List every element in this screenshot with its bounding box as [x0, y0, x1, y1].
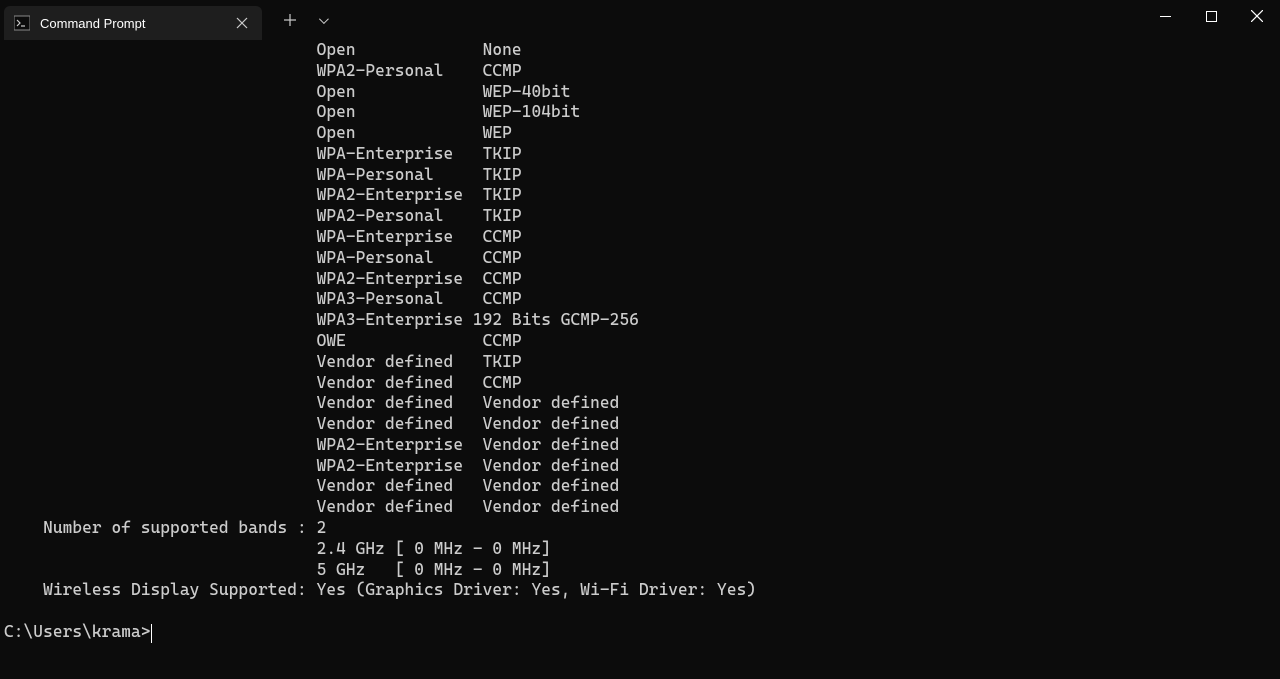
- cmd-icon: [14, 15, 30, 31]
- tab-title: Command Prompt: [40, 16, 145, 31]
- cursor: [151, 624, 153, 643]
- terminal-output[interactable]: Open None WPA2-Personal CCMP Open WEP-40…: [0, 40, 1280, 643]
- prompt-line[interactable]: C:\Users\krama>: [4, 622, 151, 641]
- minimize-button[interactable]: [1142, 0, 1188, 32]
- minimize-icon: [1160, 16, 1171, 17]
- close-window-button[interactable]: [1234, 0, 1280, 32]
- new-tab-button[interactable]: [274, 4, 306, 36]
- maximize-button[interactable]: [1188, 0, 1234, 32]
- tab-command-prompt[interactable]: Command Prompt: [4, 6, 262, 40]
- chevron-down-icon: [318, 14, 328, 24]
- close-icon: [1251, 10, 1263, 22]
- tab-dropdown-button[interactable]: [306, 4, 338, 36]
- title-bar: Command Prompt: [0, 0, 1280, 40]
- maximize-icon: [1206, 11, 1217, 22]
- close-tab-button[interactable]: [234, 15, 250, 31]
